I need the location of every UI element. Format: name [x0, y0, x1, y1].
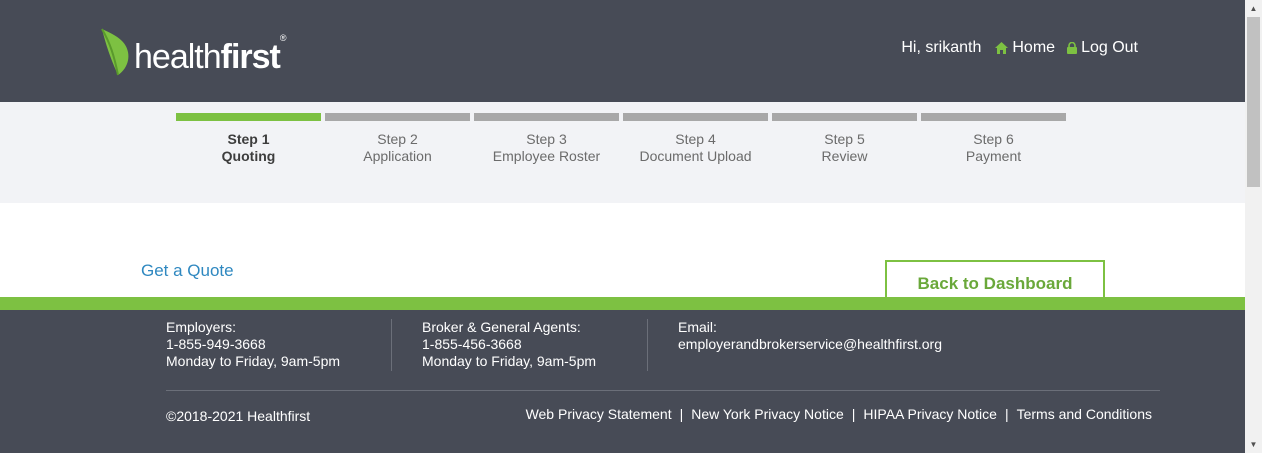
link-separator: |	[679, 406, 684, 422]
step-bar	[474, 113, 619, 121]
step-employee-roster[interactable]: Step 3 Employee Roster	[474, 113, 619, 165]
home-icon	[995, 42, 1009, 54]
step-number: Step 4	[675, 131, 716, 147]
user-nav: Hi, srikanth Home Log Out	[901, 39, 1138, 57]
terms-and-conditions-link[interactable]: Terms and Conditions	[1017, 406, 1152, 422]
main-content: Get a Quote Back to Dashboard	[0, 203, 1245, 304]
site-header: healthfirst ® Hi, srikanth Home Log Out	[0, 0, 1245, 102]
lock-icon	[1067, 42, 1078, 54]
employers-hours: Monday to Friday, 9am-5pm	[166, 353, 341, 369]
logout-label: Log Out	[1081, 39, 1138, 56]
footer-divider	[647, 319, 648, 371]
step-number: Step 5	[824, 131, 865, 147]
web-privacy-statement-link[interactable]: Web Privacy Statement	[526, 406, 672, 422]
vertical-scrollbar[interactable]: ▲ ▼	[1245, 0, 1262, 453]
brokers-contact: Broker & General Agents: 1-855-456-3668 …	[422, 319, 596, 370]
step-name: Employee Roster	[492, 148, 601, 164]
healthfirst-logo[interactable]: healthfirst ®	[100, 27, 287, 77]
step-name: Document Upload	[639, 148, 752, 164]
link-separator: |	[851, 406, 856, 422]
footer-contacts: Employers: 1-855-949-3668 Monday to Frid…	[0, 319, 1245, 379]
leaf-icon	[101, 28, 129, 76]
new-york-privacy-notice-link[interactable]: New York Privacy Notice	[691, 406, 844, 422]
scroll-up-arrow-icon[interactable]: ▲	[1245, 0, 1262, 17]
footer-links: Web Privacy Statement | New York Privacy…	[526, 406, 1152, 422]
footer-horizontal-divider	[166, 390, 1160, 391]
step-name: Review	[821, 148, 868, 164]
step-bar	[325, 113, 470, 121]
step-name: Application	[363, 148, 432, 164]
site-footer: Employers: 1-855-949-3668 Monday to Frid…	[0, 297, 1245, 453]
step-number: Step 1	[227, 131, 270, 147]
logout-link[interactable]: Log Out	[1067, 39, 1138, 57]
brokers-label: Broker & General Agents:	[422, 319, 581, 335]
email-contact: Email: employerandbrokerservice@healthfi…	[678, 319, 942, 353]
step-name: Quoting	[221, 148, 276, 164]
page-title: Get a Quote	[141, 261, 234, 280]
brokers-hours: Monday to Friday, 9am-5pm	[422, 353, 597, 369]
brokers-phone[interactable]: 1-855-456-3668	[422, 336, 596, 353]
scroll-down-arrow-icon[interactable]: ▼	[1245, 436, 1262, 453]
copyright-text: ©2018-2021 Healthfirst	[166, 408, 311, 424]
registered-mark: ®	[279, 33, 287, 43]
home-label: Home	[1012, 39, 1056, 56]
email-label: Email:	[678, 319, 717, 335]
user-greeting: Hi, srikanth	[901, 39, 982, 56]
employers-label: Employers:	[166, 319, 237, 335]
step-number: Step 2	[377, 131, 418, 147]
step-document-upload[interactable]: Step 4 Document Upload	[623, 113, 768, 165]
progress-steps-band: Step 1 Quoting Step 2 Application Step 3…	[0, 102, 1245, 203]
step-number: Step 6	[973, 131, 1014, 147]
scrollbar-thumb[interactable]	[1247, 17, 1260, 187]
hipaa-privacy-notice-link[interactable]: HIPAA Privacy Notice	[863, 406, 997, 422]
link-separator: |	[1004, 406, 1009, 422]
page: healthfirst ® Hi, srikanth Home Log Out	[0, 0, 1245, 453]
step-quoting[interactable]: Step 1 Quoting	[176, 113, 321, 165]
email-address-link[interactable]: employerandbrokerservice@healthfirst.org	[678, 336, 942, 353]
employers-phone[interactable]: 1-855-949-3668	[166, 336, 340, 353]
step-bar	[772, 113, 917, 121]
step-payment[interactable]: Step 6 Payment	[921, 113, 1066, 165]
footer-divider	[391, 319, 392, 371]
step-bar	[921, 113, 1066, 121]
step-number: Step 3	[526, 131, 567, 147]
step-bar	[623, 113, 768, 121]
home-link[interactable]: Home	[995, 39, 1055, 57]
step-bar	[176, 113, 321, 121]
step-application[interactable]: Step 2 Application	[325, 113, 470, 165]
progress-steps: Step 1 Quoting Step 2 Application Step 3…	[176, 113, 1066, 165]
step-name: Payment	[965, 148, 1022, 164]
step-review[interactable]: Step 5 Review	[772, 113, 917, 165]
logo-wordmark: healthfirst	[134, 38, 281, 76]
employers-contact: Employers: 1-855-949-3668 Monday to Frid…	[166, 319, 340, 370]
